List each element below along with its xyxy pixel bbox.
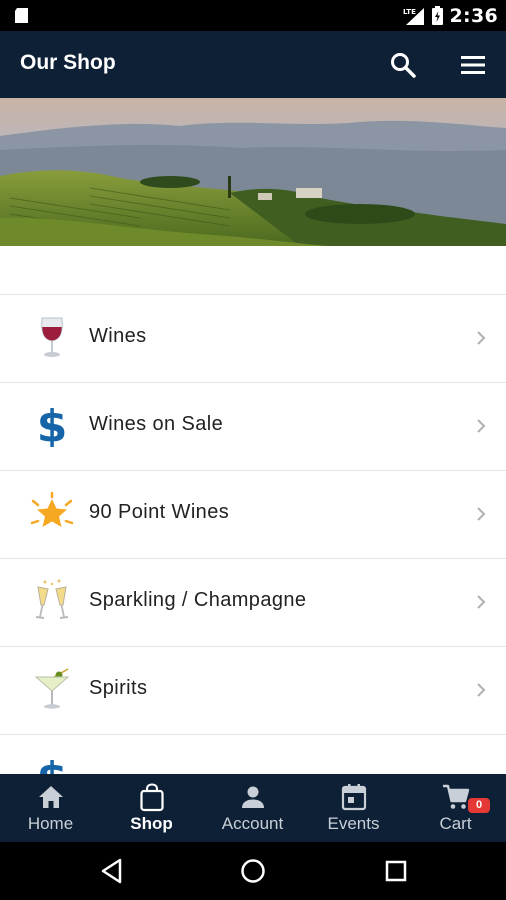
system-navigation-bar: [0, 842, 506, 900]
nav-label: Home: [27, 814, 74, 833]
nav-cart[interactable]: 0 Cart: [405, 774, 506, 842]
dollar-sign-icon: $: [30, 403, 74, 447]
menu-item-wines-on-sale[interactable]: $ Wines on Sale: [0, 382, 506, 469]
recents-icon[interactable]: [381, 856, 411, 886]
search-icon[interactable]: [388, 50, 418, 80]
menu-item-label: Spirits: [89, 677, 148, 699]
menu-item-sparkling-champagne[interactable]: Sparkling / Champagne: [0, 558, 506, 645]
svg-text:LTE: LTE: [403, 8, 416, 16]
lte-signal-icon: LTE: [403, 7, 424, 25]
wine-glass-icon: [30, 315, 74, 359]
bottom-navigation: Home Shop Account Events 0 Cart: [0, 774, 506, 842]
menu-item-spirits[interactable]: Spirits: [0, 646, 506, 733]
shopping-bag-icon: [139, 783, 164, 812]
person-icon: [241, 786, 264, 808]
dollar-sign-icon: $: [30, 755, 74, 774]
status-time: 2:36: [449, 4, 498, 27]
menu-item-label: Wines on Sale: [89, 413, 224, 435]
nav-label: Account: [221, 814, 284, 833]
svg-text:$: $: [37, 403, 68, 447]
menu-item-label: Wines: [89, 325, 147, 347]
chevron-right-icon: [477, 595, 486, 609]
home-icon: [38, 786, 63, 808]
champagne-glasses-icon: [30, 579, 74, 623]
menu-item-label: 90 Point Wines: [89, 501, 230, 523]
battery-icon: [431, 6, 443, 25]
hero-vineyard-image: [0, 98, 506, 246]
nav-home[interactable]: Home: [0, 774, 101, 842]
back-icon[interactable]: [97, 856, 127, 886]
nav-label: Cart: [439, 814, 472, 833]
svg-text:$: $: [37, 755, 68, 774]
nav-shop[interactable]: Shop: [101, 774, 202, 842]
menu-item-wines[interactable]: Wines: [0, 294, 506, 381]
app-bar: Our Shop: [0, 31, 506, 98]
chevron-right-icon: [477, 419, 486, 433]
chevron-right-icon: [477, 683, 486, 697]
sd-card-icon: [15, 8, 28, 23]
star-burst-icon: [30, 491, 74, 535]
nav-label: Shop: [130, 814, 173, 833]
cocktail-glass-icon: [30, 667, 74, 711]
nav-label: Events: [327, 814, 380, 833]
menu-item-label: Sparkling / Champagne: [89, 589, 307, 611]
page-title: Our Shop: [20, 51, 116, 74]
cart-icon: [442, 784, 469, 809]
chevron-right-icon: [477, 507, 486, 521]
hamburger-menu-icon[interactable]: [458, 50, 488, 80]
nav-account[interactable]: Account: [202, 774, 303, 842]
nav-events[interactable]: Events: [303, 774, 404, 842]
menu-item-partial[interactable]: $: [0, 734, 506, 774]
menu-item-90-point-wines[interactable]: 90 Point Wines: [0, 470, 506, 557]
cart-count-badge: 0: [468, 798, 490, 813]
chevron-right-icon: [477, 331, 486, 345]
calendar-icon: [341, 784, 366, 811]
home-button-icon[interactable]: [238, 856, 268, 886]
shop-category-list: Wines $ Wines on Sale 90 Point Wines Spa…: [0, 294, 506, 774]
status-bar: LTE 2:36: [0, 0, 506, 31]
